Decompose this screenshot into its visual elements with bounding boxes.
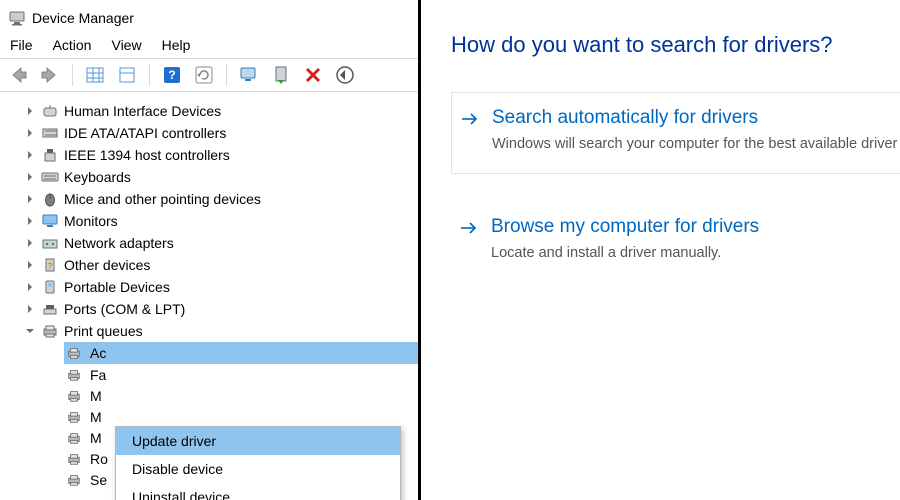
tree-item-label: Ro xyxy=(90,451,108,467)
tree-item-label: Other devices xyxy=(64,254,150,276)
printer-icon xyxy=(64,430,84,446)
tree-item-label: Human Interface Devices xyxy=(64,100,221,122)
port-icon xyxy=(40,300,60,318)
arrow-right-icon xyxy=(459,218,479,238)
tree-item-label: Fa xyxy=(90,367,106,383)
menu-view[interactable]: View xyxy=(111,37,141,53)
tree-child[interactable]: Fa xyxy=(64,364,418,385)
expand-closed-icon[interactable] xyxy=(22,279,38,295)
tree-item-label: M xyxy=(90,430,102,446)
tree-item-label: Se xyxy=(90,472,107,488)
svg-text:?: ? xyxy=(47,261,53,271)
refresh-icon[interactable] xyxy=(192,64,216,86)
arrow-right-icon xyxy=(460,109,480,129)
expand-closed-icon[interactable] xyxy=(22,235,38,251)
window-title: Device Manager xyxy=(32,10,134,26)
option-title: Browse my computer for drivers xyxy=(491,216,900,238)
ctx-update-driver[interactable]: Update driver xyxy=(116,427,400,455)
tree-item-label: IDE ATA/ATAPI controllers xyxy=(64,122,226,144)
tree-item-label: Print queues xyxy=(64,320,143,342)
printer-icon xyxy=(64,367,84,383)
mouse-icon xyxy=(40,190,60,208)
expand-closed-icon[interactable] xyxy=(22,191,38,207)
toolbar: ? xyxy=(0,59,418,91)
titlebar: Device Manager xyxy=(0,0,418,34)
portable-icon xyxy=(40,278,60,296)
show-grid-icon[interactable] xyxy=(83,64,107,86)
tree-item-label: Monitors xyxy=(64,210,118,232)
tree-item-port[interactable]: Ports (COM & LPT) xyxy=(8,298,418,320)
printer-icon xyxy=(40,322,60,340)
tree-item-ieee[interactable]: IEEE 1394 host controllers xyxy=(8,144,418,166)
tree-item-mouse[interactable]: Mice and other pointing devices xyxy=(8,188,418,210)
delete-icon[interactable] xyxy=(301,64,325,86)
tree-item-label: IEEE 1394 host controllers xyxy=(64,144,230,166)
menu-action[interactable]: Action xyxy=(53,37,92,53)
tree-child[interactable]: M xyxy=(64,406,418,427)
update-driver-wizard: How do you want to search for drivers? S… xyxy=(421,0,900,500)
tree-item-label: M xyxy=(90,388,102,404)
option-title: Search automatically for drivers xyxy=(492,107,900,129)
device-manager-window: Device Manager File Action View Help ? xyxy=(0,0,418,500)
update-driver-icon[interactable] xyxy=(237,64,261,86)
tree-item-label: Keyboards xyxy=(64,166,131,188)
tree-item-ide[interactable]: IDE ATA/ATAPI controllers xyxy=(8,122,418,144)
ieee-icon xyxy=(40,146,60,164)
tree-item-label: Ac xyxy=(90,345,106,361)
tree-item-portable[interactable]: Portable Devices xyxy=(8,276,418,298)
svg-text:?: ? xyxy=(168,68,175,82)
expand-closed-icon[interactable] xyxy=(22,125,38,141)
back-arrow-icon[interactable] xyxy=(6,64,30,86)
menu-bar: File Action View Help xyxy=(0,34,418,58)
tree-item-label: Portable Devices xyxy=(64,276,170,298)
expand-closed-icon[interactable] xyxy=(22,257,38,273)
pc-icon[interactable] xyxy=(269,64,293,86)
menu-help[interactable]: Help xyxy=(162,37,191,53)
tree-item-network[interactable]: Network adapters xyxy=(8,232,418,254)
expand-open-icon[interactable] xyxy=(22,323,38,339)
tree-item-hid[interactable]: Human Interface Devices xyxy=(8,100,418,122)
tree-child[interactable]: M xyxy=(64,385,418,406)
option-browse-computer[interactable]: Browse my computer for drivers Locate an… xyxy=(451,202,900,282)
menu-file[interactable]: File xyxy=(10,37,33,53)
option-desc: Windows will search your computer for th… xyxy=(492,135,900,155)
device-manager-icon xyxy=(8,9,26,27)
tree-item-printer[interactable]: Print queues xyxy=(8,320,418,342)
printer-icon xyxy=(64,451,84,467)
expand-closed-icon[interactable] xyxy=(22,169,38,185)
context-menu: Update driver Disable device Uninstall d… xyxy=(115,426,401,500)
wizard-heading: How do you want to search for drivers? xyxy=(451,32,900,58)
tree-item-label: Ports (COM & LPT) xyxy=(64,298,185,320)
tree-item-label: Mice and other pointing devices xyxy=(64,188,261,210)
ide-icon xyxy=(40,124,60,142)
actions-icon[interactable] xyxy=(115,64,139,86)
tree-item-monitor[interactable]: Monitors xyxy=(8,210,418,232)
expand-closed-icon[interactable] xyxy=(22,213,38,229)
ctx-uninstall[interactable]: Uninstall device xyxy=(116,483,400,500)
printer-icon xyxy=(64,345,84,361)
forward-arrow-icon[interactable] xyxy=(38,64,62,86)
tree-item-label: M xyxy=(90,409,102,425)
tree-item-keyboard[interactable]: Keyboards xyxy=(8,166,418,188)
keyboard-icon xyxy=(40,168,60,186)
hid-icon xyxy=(40,102,60,120)
option-desc: Locate and install a driver manually. xyxy=(491,244,900,264)
tree-item-label: Network adapters xyxy=(64,232,174,254)
help-icon[interactable]: ? xyxy=(160,64,184,86)
printer-icon xyxy=(64,409,84,425)
printer-icon xyxy=(64,472,84,488)
tree-child-selected[interactable]: Ac xyxy=(64,342,418,364)
network-icon xyxy=(40,234,60,252)
tree-item-other[interactable]: ? Other devices xyxy=(8,254,418,276)
expand-closed-icon[interactable] xyxy=(22,301,38,317)
monitor-icon xyxy=(40,212,60,230)
scan-hardware-icon[interactable] xyxy=(333,64,357,86)
printer-icon xyxy=(64,388,84,404)
option-search-automatically[interactable]: Search automatically for drivers Windows… xyxy=(451,92,900,174)
device-tree[interactable]: Human Interface DevicesIDE ATA/ATAPI con… xyxy=(0,92,418,490)
other-icon: ? xyxy=(40,256,60,274)
ctx-disable-device[interactable]: Disable device xyxy=(116,455,400,483)
expand-closed-icon[interactable] xyxy=(22,103,38,119)
expand-closed-icon[interactable] xyxy=(22,147,38,163)
